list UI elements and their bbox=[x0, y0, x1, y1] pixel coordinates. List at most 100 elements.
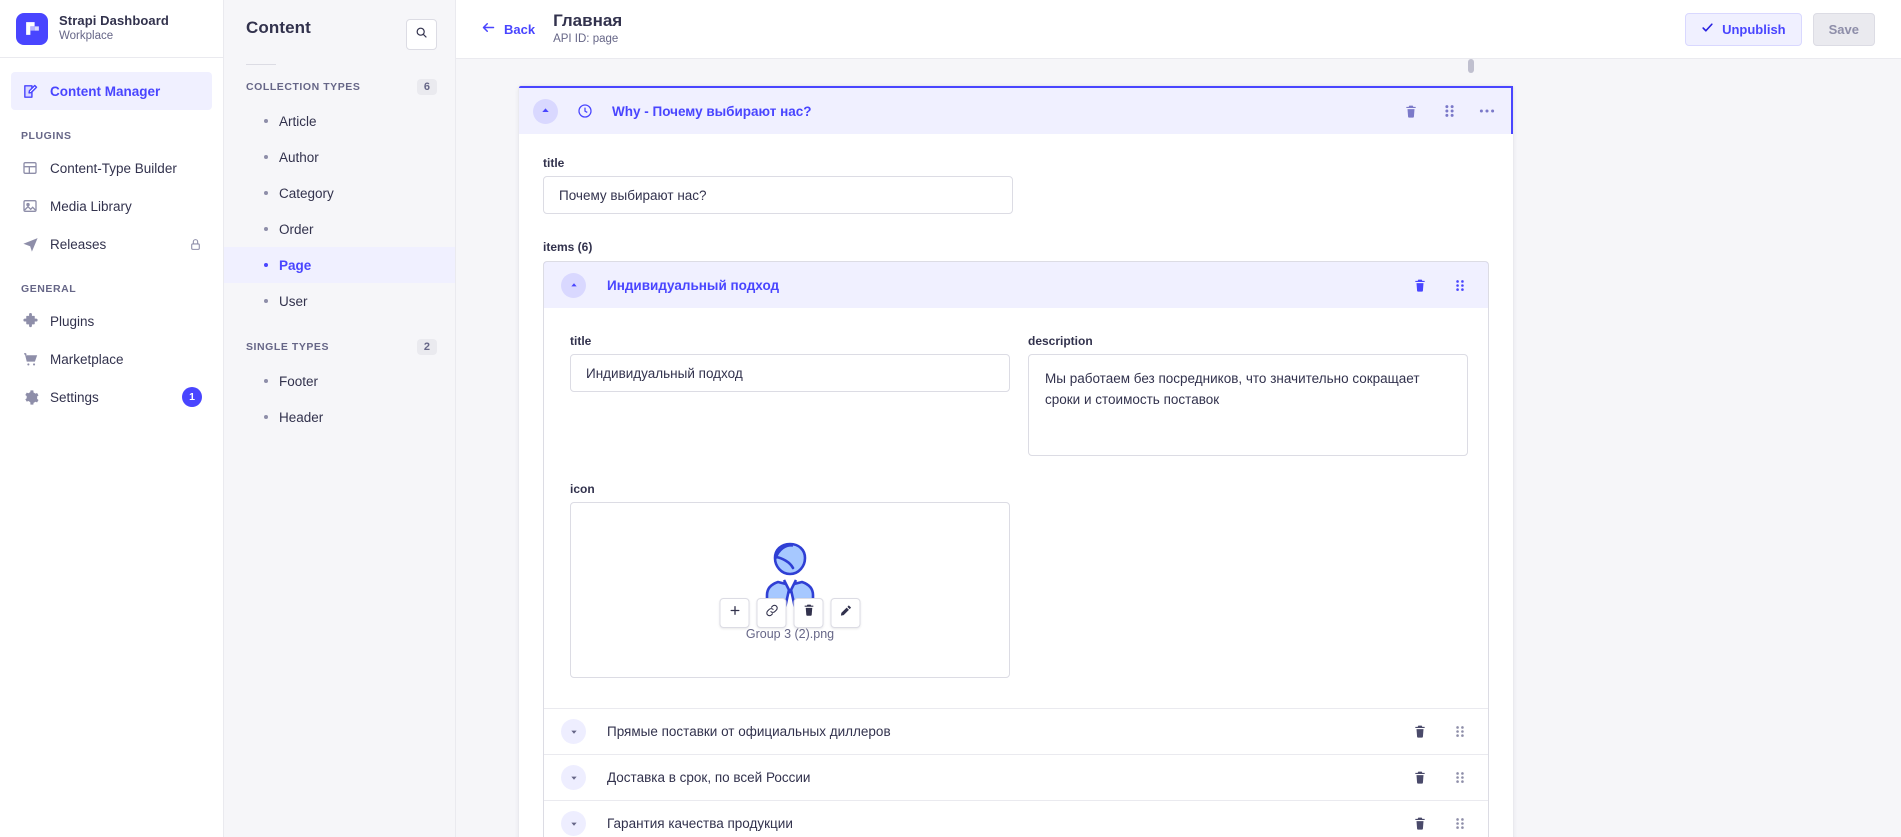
settings-gear-icon bbox=[21, 388, 39, 406]
content-type-item-user[interactable]: User bbox=[224, 283, 455, 319]
horizontal-scrollbar-thumb[interactable] bbox=[1468, 59, 1474, 73]
marketplace-icon bbox=[21, 350, 39, 368]
sidebar-item-media-library[interactable]: Media Library bbox=[11, 187, 212, 225]
lock-icon bbox=[189, 238, 202, 251]
title-input-value: Почему выбирают нас? bbox=[559, 187, 707, 203]
component-title-field: title Почему выбирают нас? bbox=[543, 156, 1489, 214]
drag-handle-icon[interactable] bbox=[1450, 768, 1470, 788]
back-button[interactable]: Back bbox=[480, 20, 535, 38]
item-title-value: Индивидуальный подход bbox=[586, 365, 743, 381]
content-type-item-article[interactable]: Article bbox=[224, 103, 455, 139]
add-asset-button[interactable] bbox=[719, 597, 750, 628]
brand-header[interactable]: Strapi Dashboard Workplace bbox=[0, 0, 223, 58]
title-input[interactable]: Почему выбирают нас? bbox=[543, 176, 1013, 214]
item-expand-toggle[interactable] bbox=[561, 765, 586, 790]
delete-component-button[interactable] bbox=[1401, 101, 1421, 121]
delete-item-button[interactable] bbox=[1410, 768, 1430, 788]
content-manager-icon bbox=[21, 82, 39, 100]
unpublish-button[interactable]: Unpublish bbox=[1685, 12, 1802, 46]
repeatable-item-header[interactable]: Индивидуальный подход bbox=[544, 262, 1488, 308]
item-collapse-toggle[interactable] bbox=[561, 272, 586, 298]
bullet-icon bbox=[264, 155, 268, 159]
sidebar-item-content-type-builder[interactable]: Content-Type Builder bbox=[11, 149, 212, 187]
link-icon bbox=[765, 604, 778, 622]
single-types-label: SINGLE TYPES bbox=[246, 341, 330, 353]
caret-down-icon bbox=[570, 815, 578, 833]
dynamic-zone-component-card: Why - Почему выбирают нас? title Почему … bbox=[518, 85, 1514, 837]
repeatable-item-actions bbox=[1410, 722, 1470, 742]
header-actions: Unpublish Save bbox=[1685, 12, 1875, 46]
sidebar-item-content-manager[interactable]: Content Manager bbox=[11, 72, 212, 110]
arrow-left-icon bbox=[480, 20, 497, 38]
clock-icon bbox=[577, 103, 593, 119]
item-title-input[interactable]: Индивидуальный подход bbox=[570, 354, 1010, 392]
sidebar-item-releases[interactable]: Releases bbox=[11, 225, 212, 263]
content-type-item-author[interactable]: Author bbox=[224, 139, 455, 175]
save-label: Save bbox=[1828, 21, 1859, 37]
app-root: Strapi Dashboard Workplace Content Manag… bbox=[0, 0, 1901, 837]
sidebar-item-label: Content-Type Builder bbox=[50, 160, 177, 176]
main-sidebar: Strapi Dashboard Workplace Content Manag… bbox=[0, 0, 224, 837]
releases-icon bbox=[21, 235, 39, 253]
sidebar-item-marketplace[interactable]: Marketplace bbox=[11, 340, 212, 378]
more-options-button[interactable] bbox=[1477, 101, 1497, 121]
copy-link-button[interactable] bbox=[756, 597, 787, 628]
sidebar-item-settings[interactable]: Settings 1 bbox=[11, 378, 212, 416]
content-type-item-category[interactable]: Category bbox=[224, 175, 455, 211]
media-filename: Group 3 (2).png bbox=[745, 626, 835, 641]
drag-handle-icon[interactable] bbox=[1450, 275, 1470, 295]
delete-item-button[interactable] bbox=[1410, 275, 1430, 295]
content-panel-header: Content bbox=[224, 0, 455, 50]
content-type-label: User bbox=[279, 293, 308, 309]
entry-header: Back Главная API ID: page Unpublish Save bbox=[456, 0, 1901, 59]
sidebar-item-label: Releases bbox=[50, 236, 107, 252]
bullet-icon bbox=[264, 415, 268, 419]
component-collapse-toggle[interactable] bbox=[533, 98, 558, 124]
item-expand-toggle[interactable] bbox=[561, 719, 586, 744]
drag-handle-icon[interactable] bbox=[1450, 722, 1470, 742]
delete-item-button[interactable] bbox=[1410, 722, 1430, 742]
component-header[interactable]: Why - Почему выбирают нас? bbox=[519, 86, 1513, 134]
save-button[interactable]: Save bbox=[1812, 12, 1875, 46]
repeatable-item-collapsed[interactable]: Доставка в срок, по всей России bbox=[544, 754, 1488, 800]
title-field-label: title bbox=[543, 156, 565, 170]
sidebar-section-general: GENERAL bbox=[21, 283, 77, 295]
content-type-label: Article bbox=[279, 113, 317, 129]
item-description-label: description bbox=[1028, 334, 1093, 348]
collection-types-header: COLLECTION TYPES 6 bbox=[224, 79, 455, 95]
content-type-label: Order bbox=[279, 221, 314, 237]
media-actions-toolbar bbox=[719, 597, 861, 628]
search-button[interactable] bbox=[406, 19, 437, 50]
content-type-item-page[interactable]: Page bbox=[224, 247, 455, 283]
strapi-logo-icon bbox=[16, 12, 48, 45]
sidebar-item-label: Media Library bbox=[50, 198, 132, 214]
drag-handle-icon[interactable] bbox=[1439, 101, 1459, 121]
repeatable-item-collapsed[interactable]: Прямые поставки от официальных диллеров bbox=[544, 708, 1488, 754]
content-type-builder-icon bbox=[21, 159, 39, 177]
edit-asset-button[interactable] bbox=[830, 597, 861, 628]
repeatable-item-collapsed[interactable]: Гарантия качества продукции bbox=[544, 800, 1488, 837]
item-expand-toggle[interactable] bbox=[561, 811, 586, 836]
content-type-item-footer[interactable]: Footer bbox=[224, 363, 455, 399]
repeatable-item-actions bbox=[1410, 275, 1470, 295]
trash-icon bbox=[802, 603, 815, 622]
back-label: Back bbox=[504, 21, 536, 37]
media-library-icon bbox=[21, 197, 39, 215]
bullet-icon bbox=[264, 191, 268, 195]
sidebar-section-plugins: PLUGINS bbox=[21, 130, 72, 142]
content-type-item-header[interactable]: Header bbox=[224, 399, 455, 435]
delete-item-button[interactable] bbox=[1410, 814, 1430, 834]
item-icon-field: icon Group 3 (2).png bbox=[570, 482, 1462, 678]
content-type-item-order[interactable]: Order bbox=[224, 211, 455, 247]
sidebar-item-plugins[interactable]: Plugins bbox=[11, 302, 212, 340]
bullet-icon bbox=[264, 119, 268, 123]
item-description-textarea[interactable]: Мы работаем без посредников, что значите… bbox=[1028, 354, 1468, 456]
repeatable-item-title: Доставка в срок, по всей России bbox=[607, 770, 811, 785]
entry-form-body: Why - Почему выбирают нас? title Почему … bbox=[456, 59, 1901, 837]
media-upload-area[interactable]: Group 3 (2).png bbox=[570, 502, 1010, 678]
delete-asset-button[interactable] bbox=[793, 597, 824, 628]
search-icon bbox=[415, 26, 428, 44]
drag-handle-icon[interactable] bbox=[1450, 814, 1470, 834]
sidebar-item-label: Marketplace bbox=[50, 351, 124, 367]
